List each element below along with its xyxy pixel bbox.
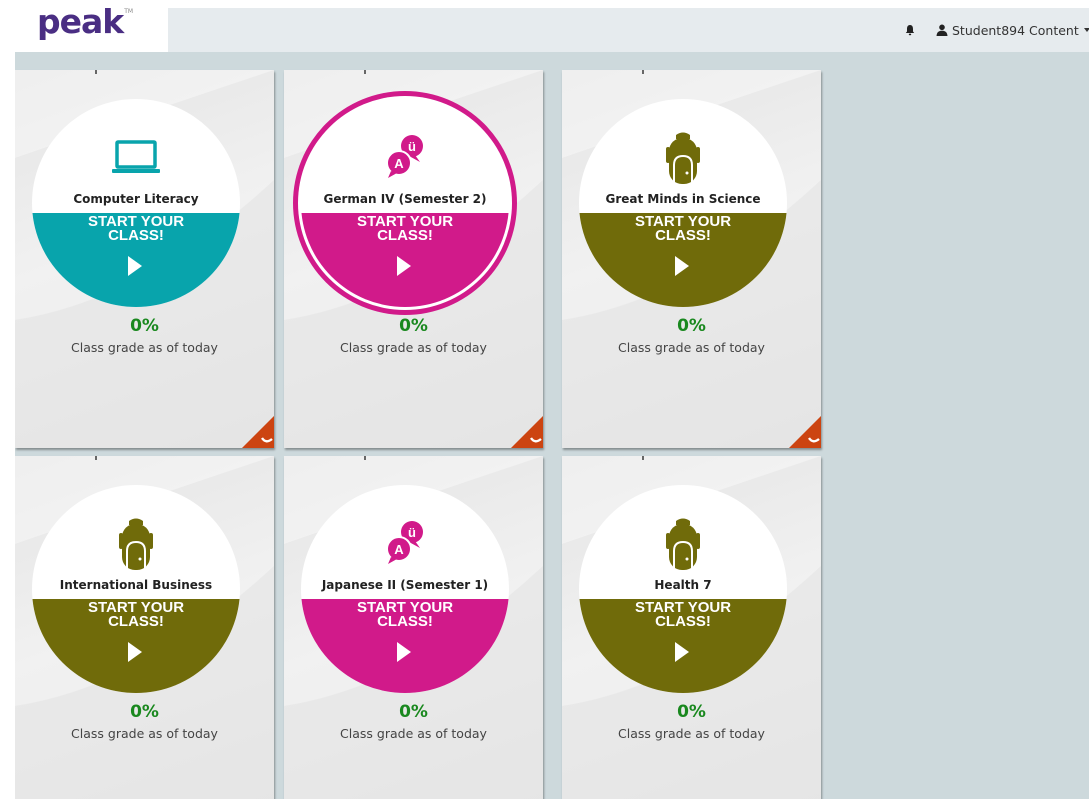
card-tick (95, 70, 97, 74)
grade-label: Class grade as of today (618, 726, 765, 741)
course-card[interactable]: International Business START YOUR CLASS! … (15, 456, 274, 799)
course-card[interactable]: Health 7 START YOUR CLASS! 0% Class grade… (562, 456, 821, 799)
start-class-button[interactable]: START YOUR CLASS! (32, 213, 240, 307)
play-icon (397, 256, 411, 276)
play-icon (675, 642, 689, 662)
course-name: International Business (59, 578, 213, 592)
grade-percent: 0% (399, 316, 428, 336)
course-name: Health 7 (654, 578, 712, 592)
card-tick (364, 456, 366, 460)
laptop-icon (112, 140, 160, 173)
bell-icon[interactable] (904, 24, 916, 36)
grade-percent: 0% (130, 316, 159, 336)
start-class-label: START YOUR CLASS! (356, 599, 454, 630)
start-class-button[interactable]: START YOUR CLASS! (579, 599, 787, 693)
logo-text: peak (37, 2, 124, 41)
corner-flip-icon[interactable] (789, 416, 821, 448)
start-class-label: START YOUR CLASS! (634, 213, 732, 244)
course-launch-circle[interactable]: Health 7 START YOUR CLASS! (579, 485, 787, 693)
course-card[interactable]: ü A German IV (Semester 2) START YOUR CLA… (284, 70, 543, 448)
card-tick (364, 70, 366, 74)
play-icon (128, 256, 142, 276)
card-tick (642, 70, 644, 74)
grade-label: Class grade as of today (340, 726, 487, 741)
svg-text:A: A (394, 156, 404, 171)
course-name: German IV (Semester 2) (323, 192, 487, 206)
corner-flip-icon[interactable] (242, 416, 274, 448)
start-class-button[interactable]: START YOUR CLASS! (301, 599, 509, 693)
play-icon (397, 642, 411, 662)
grade-percent: 0% (130, 702, 159, 722)
user-name: Student894 Content (952, 22, 1079, 38)
course-card[interactable]: ü A Japanese II (Semester 1) START YOUR C… (284, 456, 543, 799)
course-launch-circle[interactable]: ü A Japanese II (Semester 1) START YOUR C… (301, 485, 509, 693)
grade-label: Class grade as of today (340, 340, 487, 355)
grade-label: Class grade as of today (71, 726, 218, 741)
course-grid: Computer Literacy START YOUR CLASS! 0% Cl… (15, 52, 1089, 799)
card-tick (642, 456, 644, 460)
logo-trademark: TM (124, 8, 134, 15)
user-icon (936, 24, 948, 36)
peak-logo[interactable]: peakTM (37, 2, 134, 41)
language-bubbles-icon: ü A (386, 521, 423, 564)
logo-area: peakTM (0, 0, 168, 52)
grade-label: Class grade as of today (618, 340, 765, 355)
start-class-label: START YOUR CLASS! (87, 213, 185, 244)
start-class-button[interactable]: START YOUR CLASS! (32, 599, 240, 693)
course-launch-circle[interactable]: Computer Literacy START YOUR CLASS! (32, 99, 240, 307)
start-class-button[interactable]: START YOUR CLASS! (301, 213, 509, 307)
caret-down-icon (1083, 28, 1089, 32)
course-launch-circle[interactable]: ü A German IV (Semester 2) START YOUR CLA… (301, 99, 509, 307)
backpack-icon (119, 518, 153, 570)
play-icon (675, 256, 689, 276)
svg-text:A: A (394, 542, 404, 557)
course-launch-circle[interactable]: Great Minds in Science START YOUR CLASS! (579, 99, 787, 307)
grade-label: Class grade as of today (71, 340, 218, 355)
course-launch-circle[interactable]: International Business START YOUR CLASS! (32, 485, 240, 693)
course-card[interactable]: Computer Literacy START YOUR CLASS! 0% Cl… (15, 70, 274, 448)
grade-percent: 0% (677, 702, 706, 722)
grade-percent: 0% (677, 316, 706, 336)
top-bar: peakTM Student894 Content (0, 0, 1089, 52)
start-class-label: START YOUR CLASS! (87, 599, 185, 630)
language-bubbles-icon: ü A (386, 135, 423, 178)
svg-text:ü: ü (408, 525, 416, 540)
start-class-label: START YOUR CLASS! (356, 213, 454, 244)
corner-flip-icon[interactable] (511, 416, 543, 448)
backpack-icon (666, 132, 700, 184)
start-class-button[interactable]: START YOUR CLASS! (579, 213, 787, 307)
grade-percent: 0% (399, 702, 428, 722)
course-name: Computer Literacy (73, 192, 199, 206)
play-icon (128, 642, 142, 662)
card-tick (95, 456, 97, 460)
backpack-icon (666, 518, 700, 570)
course-name: Japanese II (Semester 1) (321, 578, 489, 592)
navbar: Student894 Content (168, 8, 1089, 52)
svg-text:ü: ü (408, 139, 416, 154)
user-menu-toggle[interactable]: Student894 Content (936, 20, 1089, 40)
start-class-label: START YOUR CLASS! (634, 599, 732, 630)
course-card[interactable]: Great Minds in Science START YOUR CLASS! … (562, 70, 821, 448)
course-name: Great Minds in Science (605, 192, 761, 206)
